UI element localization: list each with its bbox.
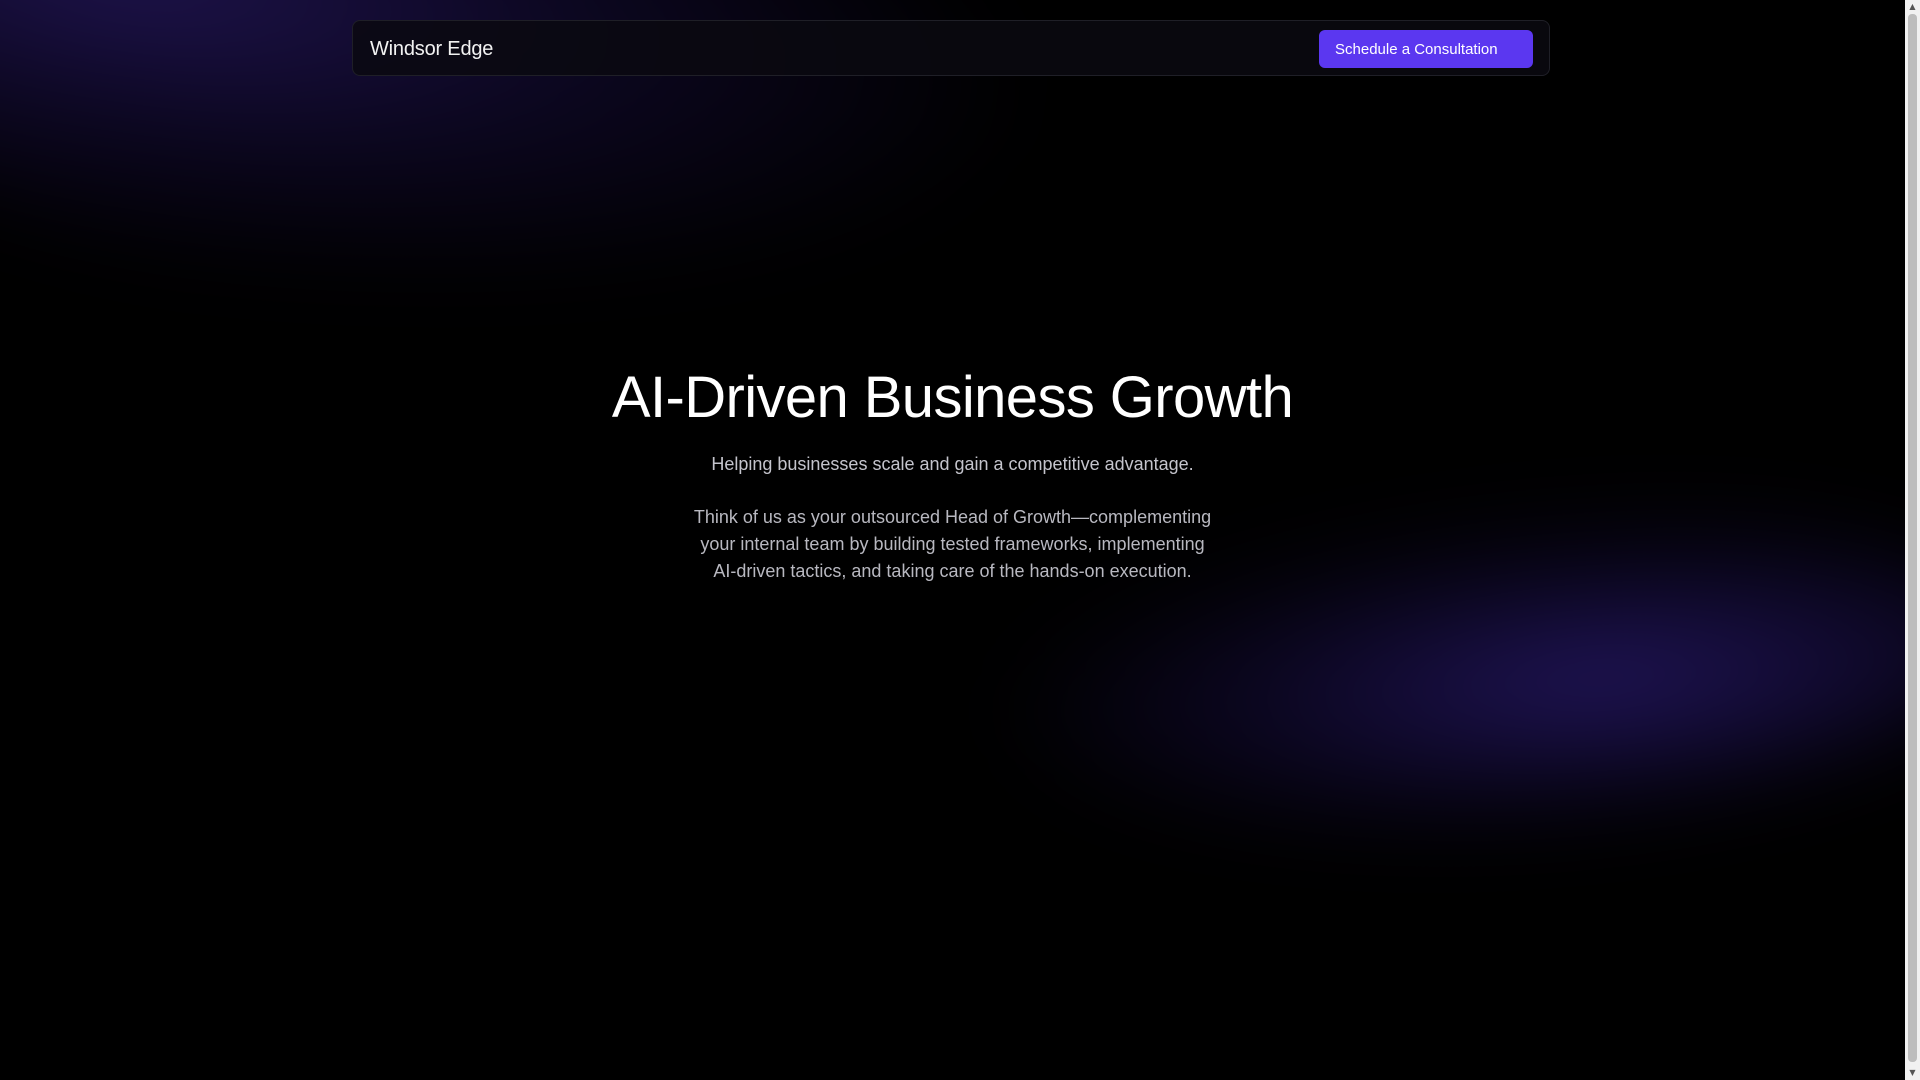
top-navbar: Windsor Edge Schedule a Consultation xyxy=(352,20,1550,76)
hero-subtitle: Helping businesses scale and gain a comp… xyxy=(711,454,1194,474)
hero-title: AI-Driven Business Growth xyxy=(611,365,1294,430)
scroll-up-arrow-icon[interactable]: ▲ xyxy=(1905,0,1920,14)
page-viewport: Windsor Edge Schedule a Consultation AI-… xyxy=(0,0,1905,1080)
scrollbar-thumb[interactable] xyxy=(1908,14,1917,1062)
vertical-scrollbar[interactable]: ▲ ▼ xyxy=(1905,0,1920,1080)
brand-logo-text[interactable]: Windsor Edge xyxy=(370,38,493,61)
schedule-consultation-button[interactable]: Schedule a Consultation xyxy=(1319,30,1533,68)
hero-description: Think of us as your outsourced Head of G… xyxy=(693,507,1212,581)
scroll-down-arrow-icon[interactable]: ▼ xyxy=(1905,1066,1920,1080)
hero-section: AI-Driven Business Growth Helping busine… xyxy=(0,360,1905,585)
